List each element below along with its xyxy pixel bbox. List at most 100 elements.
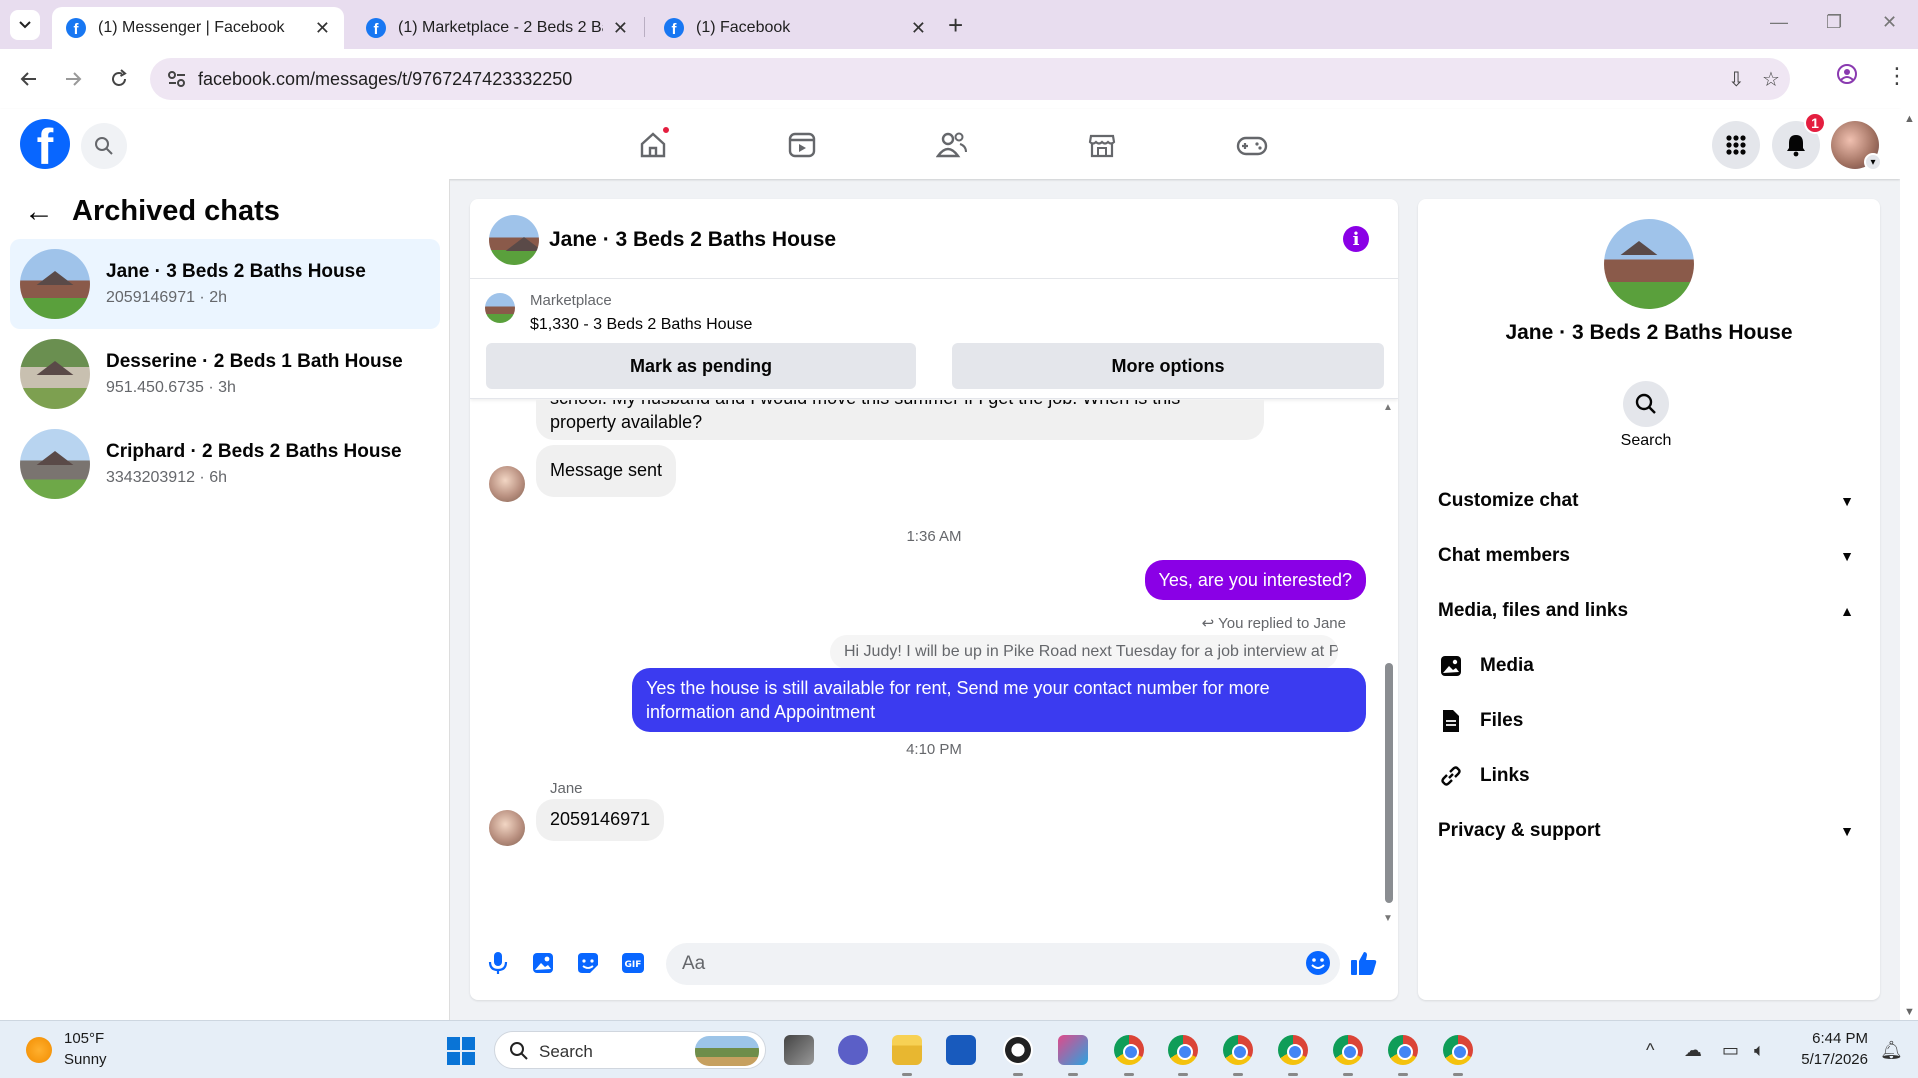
media-item[interactable]: Media [1438,644,1534,688]
chrome-icon[interactable] [1223,1035,1253,1065]
conversation-avatar[interactable] [489,215,539,265]
chrome-icon[interactable] [1168,1035,1198,1065]
photo-icon[interactable] [528,948,558,978]
media-files-links-section[interactable]: Media, files and links ▲ [1438,589,1858,633]
close-tab-icon[interactable]: ✕ [315,18,330,39]
like-thumb-icon[interactable] [1349,948,1379,978]
close-window-button[interactable]: ✕ [1882,12,1897,33]
install-app-icon[interactable]: ⇩ [1728,67,1745,92]
close-tab-icon[interactable]: ✕ [911,18,926,39]
mark-as-pending-button[interactable]: Mark as pending [486,343,916,389]
taskbar-search[interactable]: Search [494,1031,766,1069]
url-text[interactable]: facebook.com/messages/t/9767247423332250 [198,69,572,90]
chrome-icon[interactable] [1278,1035,1308,1065]
windows-start-icon[interactable] [447,1037,475,1065]
running-indicator [1233,1073,1243,1076]
chat-item-desserine[interactable]: Desserine · 2 Beds 1 Bath House 951.450.… [10,329,440,419]
privacy-support-section[interactable]: Privacy & support ▼ [1438,809,1858,853]
home-notification-dot [661,125,671,135]
reload-button[interactable] [104,64,134,94]
chat-members-section[interactable]: Chat members ▼ [1438,534,1858,578]
site-settings-icon[interactable] [166,68,188,90]
close-tab-icon[interactable]: ✕ [613,18,628,39]
search-highlight-image [695,1036,759,1066]
chat-name: Desserine · 2 Beds 1 Bath House [106,351,403,372]
weather-temperature[interactable]: 105°F [64,1030,104,1047]
chat-item-criphard[interactable]: Criphard · 2 Beds 2 Baths House 33432039… [10,419,440,509]
nav-marketplace[interactable] [1082,125,1122,165]
tab-search-button[interactable] [10,10,40,40]
quoted-message[interactable]: Hi Judy! I will be up in Pike Road next … [830,635,1338,669]
network-icon[interactable]: ▭ [1722,1040,1739,1061]
gif-icon[interactable]: GIF [618,948,648,978]
search-in-conversation-button[interactable] [1623,381,1669,427]
message-input[interactable] [666,943,1340,985]
sticker-icon[interactable] [573,948,603,978]
running-indicator [1124,1073,1134,1076]
conversation-avatar-large[interactable] [1604,219,1694,309]
marketplace-label: Marketplace [530,292,612,309]
scroll-up-arrow-icon[interactable]: ▲ [1383,402,1393,413]
profile-icon[interactable] [1836,63,1858,91]
chrome-icon[interactable] [1114,1035,1144,1065]
scroll-up-arrow-icon[interactable]: ▲ [1904,113,1915,125]
tab-messenger[interactable]: f (1) Messenger | Facebook ✕ [52,7,344,49]
new-tab-button[interactable]: + [948,12,963,38]
more-options-button[interactable]: More options [952,343,1384,389]
notification-bell-icon[interactable]: 🔔︎ [1880,1040,1903,1061]
info-icon[interactable]: i [1343,226,1369,252]
page-scrollbar[interactable]: ▲ ▼ [1900,109,1918,1020]
onedrive-icon[interactable]: ☁ [1684,1040,1702,1061]
back-button[interactable] [14,64,44,94]
chat-item-jane[interactable]: Jane · 3 Beds 2 Baths House 2059146971 ·… [10,239,440,329]
chrome-icon[interactable] [1388,1035,1418,1065]
bookmark-star-icon[interactable]: ☆ [1762,67,1780,92]
sender-avatar[interactable] [489,466,525,502]
minimize-button[interactable]: — [1770,12,1788,33]
snipping-tool-icon[interactable] [1058,1035,1088,1065]
menu-button[interactable] [1712,121,1760,169]
nav-home[interactable] [633,125,673,165]
address-bar[interactable]: facebook.com/messages/t/9767247423332250… [150,58,1790,100]
search-icon [510,1042,528,1060]
chrome-icon[interactable] [1443,1035,1473,1065]
nav-video[interactable] [782,125,822,165]
browser-menu-icon[interactable]: ⋮ [1886,63,1908,89]
message-bubble-incoming: 2059146971 [536,799,665,841]
customize-chat-section[interactable]: Customize chat ▼ [1438,479,1858,523]
emoji-icon[interactable] [1303,948,1333,978]
message-scrollbar[interactable]: ▲ ▼ [1381,400,1395,926]
weather-description[interactable]: Sunny [64,1051,107,1068]
sender-avatar[interactable] [489,810,525,846]
chevron-up-icon[interactable]: ^ [1646,1040,1654,1061]
file-explorer-icon[interactable] [892,1035,922,1065]
teams-chat-icon[interactable] [838,1035,868,1065]
windows-taskbar: 105°F Sunny Search ^ ☁ ▭ 🔈︎ 6:44 PM 5/17… [0,1020,1918,1078]
links-item[interactable]: Links [1438,754,1530,798]
tab-marketplace[interactable]: f (1) Marketplace - 2 Beds 2 Bath ✕ [352,7,642,49]
scroll-down-arrow-icon[interactable]: ▼ [1904,1006,1915,1018]
facebook-search-button[interactable] [81,123,127,169]
task-view-icon[interactable] [784,1035,814,1065]
back-arrow-icon[interactable]: ← [24,196,54,227]
conversation-title[interactable]: Jane · 3 Beds 2 Baths House [549,228,836,252]
message-text: Message sent [550,460,663,480]
restore-button[interactable]: ❐ [1826,12,1842,33]
scroll-down-arrow-icon[interactable]: ▼ [1383,913,1393,924]
chrome-icon[interactable] [1333,1035,1363,1065]
volume-icon[interactable]: 🔈︎ [1754,1040,1765,1061]
facebook-logo-icon[interactable]: f [20,119,70,169]
chevron-down-icon[interactable]: ▾ [1864,153,1882,171]
tab-facebook[interactable]: f (1) Facebook ✕ [650,7,940,49]
nav-friends[interactable] [932,125,972,165]
system-clock[interactable]: 6:44 PM 5/17/2026 [1796,1030,1868,1068]
word-icon[interactable] [946,1035,976,1065]
scrollbar-thumb[interactable] [1385,663,1393,903]
weather-sun-icon[interactable] [26,1037,52,1063]
files-item[interactable]: Files [1438,699,1523,743]
listing-title[interactable]: $1,330 - 3 Beds 2 Baths House [530,316,752,334]
nav-gaming[interactable] [1232,125,1272,165]
microphone-icon[interactable] [483,948,513,978]
chatgpt-icon[interactable] [1003,1035,1033,1065]
forward-button[interactable] [58,64,88,94]
